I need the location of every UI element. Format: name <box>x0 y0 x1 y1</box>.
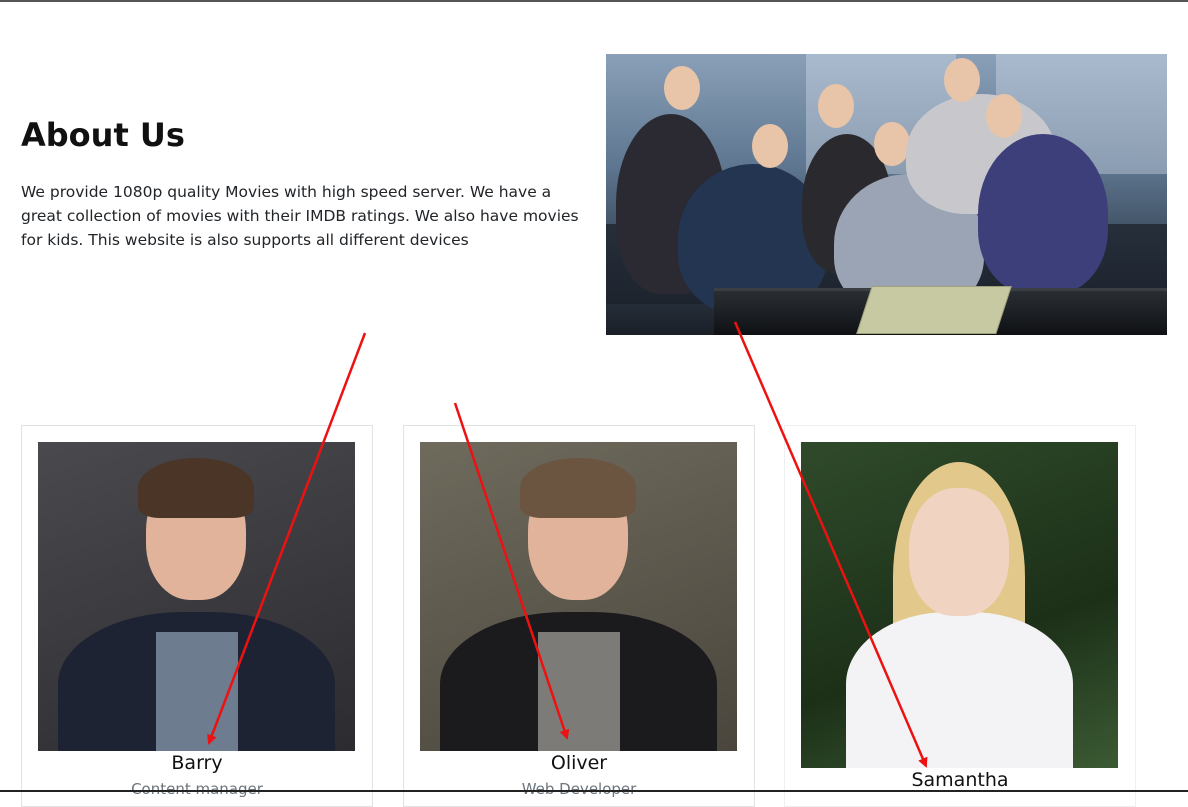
portrait-oliver <box>420 442 737 751</box>
team-member-role: Web Developer <box>521 780 637 798</box>
portrait-barry <box>38 442 355 751</box>
person <box>978 134 1108 294</box>
face <box>986 94 1022 138</box>
team-member-role: Content manager <box>131 780 263 798</box>
face <box>752 124 788 168</box>
portrait-samantha <box>801 442 1118 768</box>
page-title: About Us <box>21 116 185 154</box>
dollar-bill <box>856 286 1012 334</box>
face <box>874 122 910 166</box>
face <box>818 84 854 128</box>
team-card-samantha: Samantha <box>784 425 1136 807</box>
face <box>944 58 980 102</box>
team-member-name: Barry <box>171 752 223 774</box>
team-member-name: Samantha <box>911 769 1009 791</box>
portrait-shirt <box>538 632 620 751</box>
portrait-shirt <box>156 632 238 751</box>
bottom-border <box>0 790 1188 792</box>
portrait-hair <box>138 458 254 518</box>
team-card-barry: Barry Content manager <box>21 425 373 807</box>
portrait-head <box>909 488 1009 616</box>
face <box>664 66 700 110</box>
team-member-name: Oliver <box>550 752 608 774</box>
portrait-body <box>846 612 1073 768</box>
group-watching-tv-photo <box>606 54 1167 335</box>
about-description: We provide 1080p quality Movies with hig… <box>21 183 579 249</box>
top-border <box>0 0 1188 2</box>
team-card-oliver: Oliver Web Developer <box>403 425 755 807</box>
portrait-hair <box>520 458 636 518</box>
